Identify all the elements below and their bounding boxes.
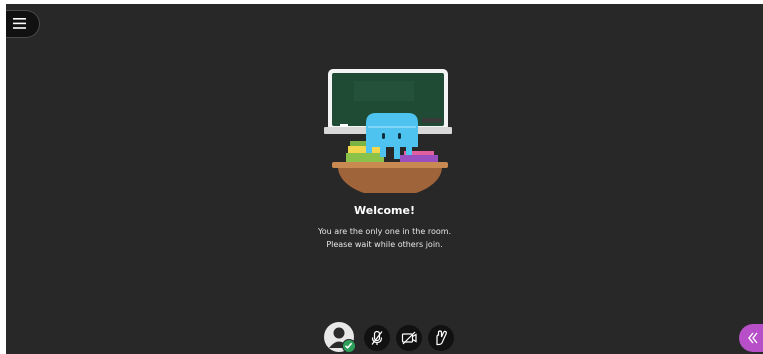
welcome-title: Welcome! xyxy=(354,204,415,217)
camera-toggle-button[interactable] xyxy=(396,325,422,351)
raise-hand-icon xyxy=(436,330,447,346)
open-menu-button[interactable] xyxy=(6,10,40,38)
chevron-double-left-icon xyxy=(748,332,758,344)
empty-room-illustration xyxy=(324,69,452,193)
welcome-message-line-1: You are the only one in the room. xyxy=(317,227,452,236)
checkmark-icon xyxy=(344,342,353,349)
welcome-message-line-2: Please wait while others join. xyxy=(326,240,443,249)
raise-hand-button[interactable] xyxy=(428,325,454,351)
open-collaborate-panel-button[interactable] xyxy=(739,324,763,352)
microphone-muted-icon xyxy=(371,330,383,345)
camera-off-icon xyxy=(401,331,417,345)
microphone-toggle-button[interactable] xyxy=(364,325,390,351)
hamburger-menu-icon xyxy=(13,18,26,29)
status-badge xyxy=(342,339,356,353)
my-status-button[interactable] xyxy=(324,322,356,353)
session-stage: Welcome! You are the only one in the roo… xyxy=(6,4,763,354)
